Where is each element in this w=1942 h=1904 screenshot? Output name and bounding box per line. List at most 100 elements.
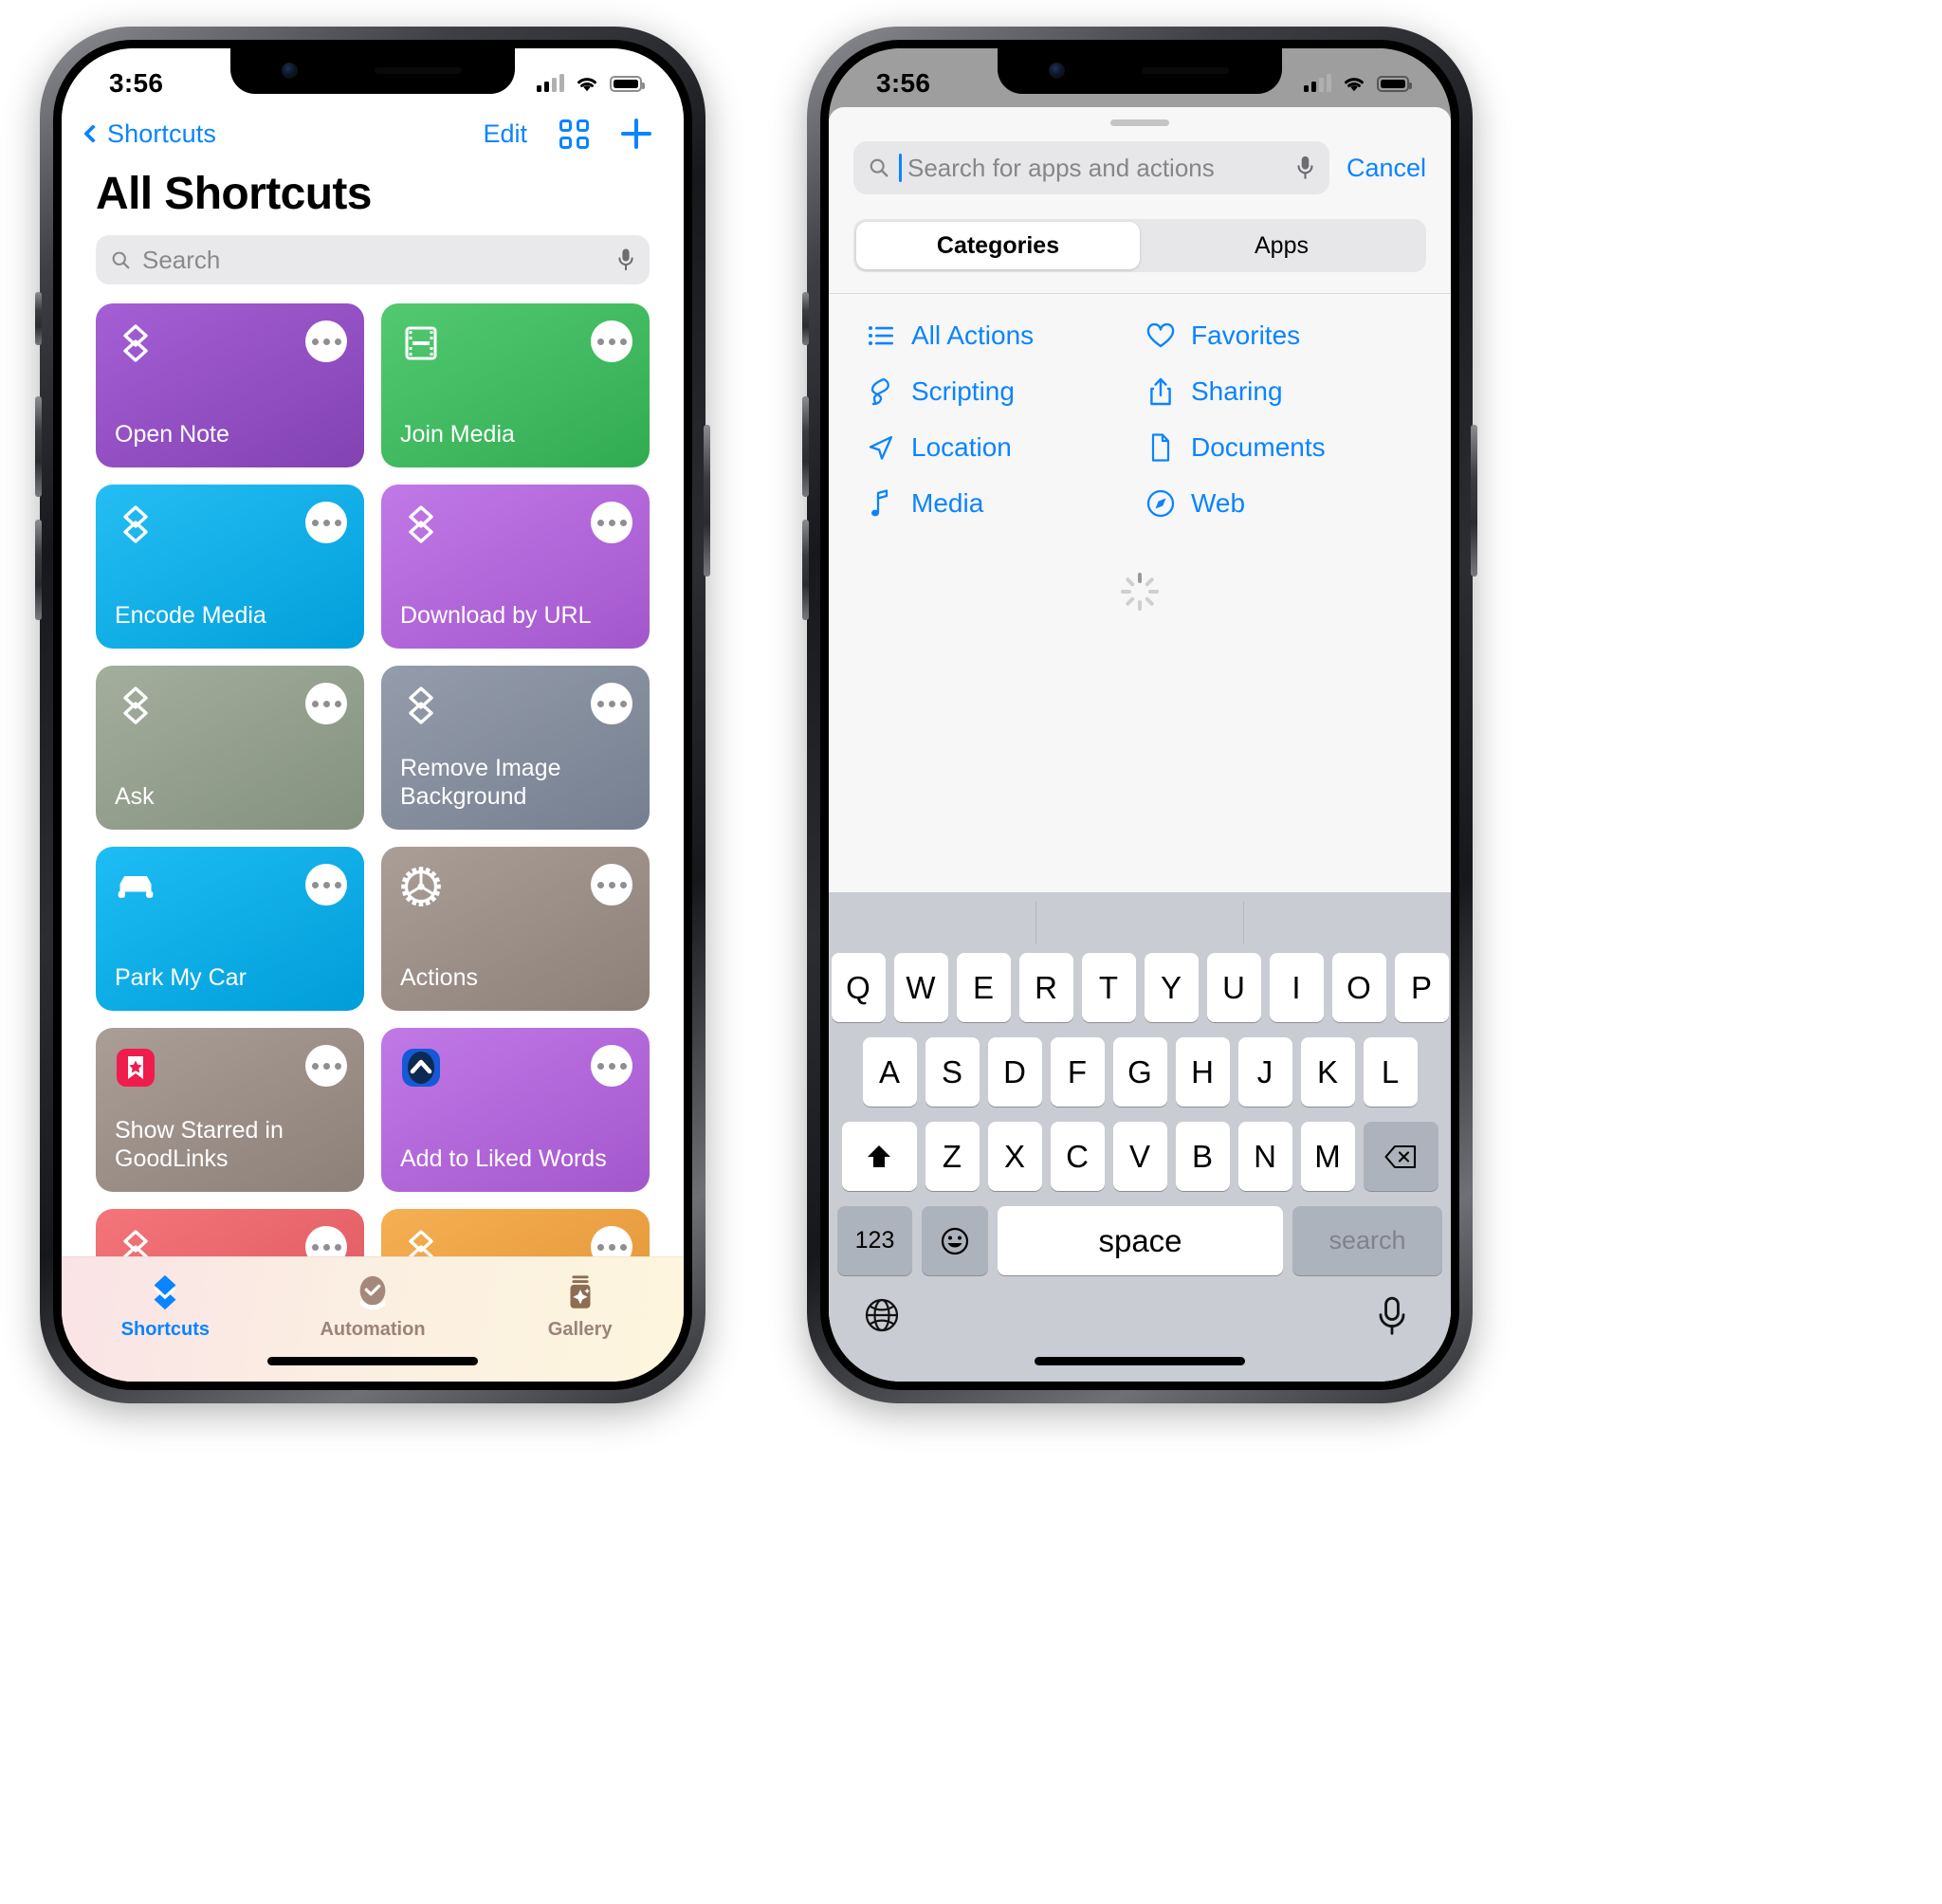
microphone-icon[interactable] (1377, 1296, 1417, 1336)
key-r[interactable]: R (1018, 953, 1073, 1022)
key-z[interactable]: Z (925, 1122, 980, 1191)
home-indicator[interactable] (267, 1357, 478, 1365)
home-indicator[interactable] (1035, 1357, 1245, 1365)
key-b[interactable]: B (1175, 1122, 1230, 1191)
category-sharing[interactable]: Sharing (1146, 376, 1426, 407)
key-d[interactable]: D (987, 1037, 1042, 1107)
segment-categories[interactable]: Categories (856, 222, 1140, 269)
key-m[interactable]: M (1300, 1122, 1355, 1191)
shortcut-tile[interactable]: Encode Media (96, 485, 364, 649)
key-l[interactable]: L (1363, 1037, 1418, 1107)
volume-up-button[interactable] (35, 396, 42, 497)
key-c[interactable]: C (1050, 1122, 1105, 1191)
mute-switch[interactable] (35, 292, 42, 345)
category-media[interactable]: Media (867, 488, 1146, 519)
shortcut-more-button[interactable] (591, 1045, 632, 1087)
shortcut-more-button[interactable] (305, 502, 347, 543)
shortcut-tile[interactable] (381, 1209, 650, 1256)
key-o[interactable]: O (1331, 953, 1386, 1022)
key-t[interactable]: T (1081, 953, 1136, 1022)
key-q[interactable]: Q (831, 953, 886, 1022)
cancel-button[interactable]: Cancel (1347, 154, 1426, 183)
segment-apps[interactable]: Apps (1140, 222, 1423, 269)
edit-button[interactable]: Edit (483, 119, 527, 149)
key-u[interactable]: U (1206, 953, 1261, 1022)
category-label: Web (1191, 488, 1246, 518)
tab-automation[interactable]: Automation (269, 1272, 477, 1341)
category-web[interactable]: Web (1146, 488, 1426, 519)
tab-shortcuts[interactable]: Shortcuts (62, 1272, 269, 1341)
key-j[interactable]: J (1237, 1037, 1292, 1107)
globe-language-icon[interactable] (863, 1296, 903, 1336)
key-v[interactable]: V (1112, 1122, 1167, 1191)
shortcut-more-button[interactable] (305, 1045, 347, 1087)
shortcuts-grid-scroll[interactable]: Open Note Join Media Encode Media Download … (62, 303, 684, 1256)
shortcut-tile[interactable]: Remove Image Background (381, 666, 650, 830)
categories-panel: All Actions Favorites Scripting Sharing … (829, 294, 1451, 892)
shortcut-tile[interactable]: Open Note (96, 303, 364, 467)
category-documents[interactable]: Documents (1146, 432, 1426, 463)
back-button[interactable]: Shortcuts (83, 119, 216, 149)
shortcut-more-button[interactable] (591, 683, 632, 724)
microphone-icon[interactable] (1296, 155, 1314, 181)
shortcut-name: Add to Liked Words (400, 1144, 607, 1172)
key-k[interactable]: K (1300, 1037, 1355, 1107)
tab-gallery[interactable]: Gallery (476, 1272, 684, 1341)
action-search-input[interactable]: Search for apps and actions (853, 141, 1329, 194)
key-y[interactable]: Y (1144, 953, 1199, 1022)
shortcut-name: Show Starred in GoodLinks (115, 1117, 284, 1172)
shortcut-tile[interactable]: Actions (381, 847, 650, 1011)
shortcut-more-button[interactable] (305, 864, 347, 906)
emoji-key[interactable] (922, 1206, 988, 1275)
shortcut-more-button[interactable] (591, 864, 632, 906)
predictive-bar[interactable] (829, 892, 1451, 953)
backspace-key[interactable] (1363, 1122, 1438, 1191)
shortcut-tile[interactable]: Ask (96, 666, 364, 830)
shortcut-more-button[interactable] (305, 320, 347, 362)
key-n[interactable]: N (1237, 1122, 1292, 1191)
front-camera-icon (1049, 63, 1065, 79)
shortcut-name: Download by URL (400, 601, 592, 629)
shortcuts-app-screen: Shortcuts Edit All Shortcuts Search Open… (62, 48, 684, 1382)
key-x[interactable]: X (987, 1122, 1042, 1191)
shortcut-tile[interactable] (96, 1209, 364, 1256)
search-return-key[interactable]: search (1292, 1206, 1442, 1275)
shortcut-more-button[interactable] (591, 502, 632, 543)
key-f[interactable]: F (1050, 1037, 1105, 1107)
key-s[interactable]: S (925, 1037, 980, 1107)
key-w[interactable]: W (893, 953, 948, 1022)
key-i[interactable]: I (1269, 953, 1324, 1022)
key-h[interactable]: H (1175, 1037, 1230, 1107)
category-favorites[interactable]: Favorites (1146, 320, 1426, 351)
shift-key[interactable] (841, 1122, 917, 1191)
volume-down-button[interactable] (35, 520, 42, 620)
shortcut-more-button[interactable] (591, 320, 632, 362)
volume-up-button[interactable] (802, 396, 809, 497)
category-location[interactable]: Location (867, 432, 1146, 463)
shortcut-more-button[interactable] (305, 683, 347, 724)
key-e[interactable]: E (956, 953, 1011, 1022)
emoji-smiley-icon (941, 1227, 969, 1254)
grid-view-icon[interactable] (559, 119, 589, 149)
key-p[interactable]: P (1394, 953, 1449, 1022)
power-button[interactable] (704, 425, 710, 577)
search-input[interactable]: Search (96, 235, 650, 284)
action-search-screen: 3:56 Search for apps and actions Cancel … (829, 48, 1451, 1382)
category-all-actions[interactable]: All Actions (867, 320, 1146, 351)
shortcut-tile[interactable]: Show Starred in GoodLinks (96, 1028, 364, 1192)
numeric-key[interactable]: 123 (837, 1206, 912, 1275)
shortcut-tile[interactable]: Park My Car (96, 847, 364, 1011)
shortcut-tile[interactable]: Download by URL (381, 485, 650, 649)
microphone-icon[interactable] (617, 247, 634, 272)
key-a[interactable]: A (862, 1037, 917, 1107)
shortcut-tile[interactable]: Join Media (381, 303, 650, 467)
plus-icon[interactable] (621, 119, 651, 149)
key-g[interactable]: G (1112, 1037, 1167, 1107)
space-key[interactable]: space (998, 1206, 1283, 1275)
volume-down-button[interactable] (802, 520, 809, 620)
sheet-grabber[interactable] (1110, 119, 1169, 126)
power-button[interactable] (1471, 425, 1477, 577)
category-scripting[interactable]: Scripting (867, 376, 1146, 407)
mute-switch[interactable] (802, 292, 809, 345)
shortcut-tile[interactable]: Add to Liked Words (381, 1028, 650, 1192)
